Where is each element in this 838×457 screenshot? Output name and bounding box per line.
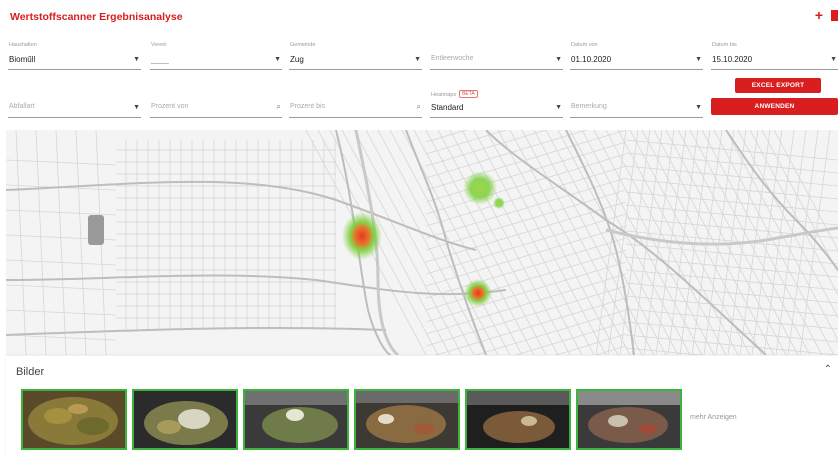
image-thumbnail[interactable] [21,389,127,450]
map-canvas[interactable] [6,130,838,355]
image-thumbnail-content [245,391,347,448]
image-thumbnail[interactable] [576,389,682,450]
heatmaps-value: Standard [431,103,464,112]
haushalten-select[interactable]: Haushalten Bioműll ▼ [8,42,141,70]
haushalten-value: Bioműll [9,55,36,64]
heat-spot-2 [463,171,497,205]
heat-spot-4 [464,279,492,307]
chevron-up-icon[interactable]: ⌃ [824,364,832,375]
chevron-down-icon[interactable]: ▼ [555,56,562,63]
gemeinde-value: Zug [290,55,304,64]
image-thumbnail-content [134,391,236,448]
images-panel: Bilder ⌃ mehr Anzeigen [6,356,838,457]
header-actions: + [815,8,838,22]
verein-select[interactable]: Verein ____ ▼ [150,42,282,70]
abfallart-placeholder: Abfallart [9,103,35,110]
entleerwoche-select[interactable]: Entleerwoche ▼ [430,42,563,70]
chevron-down-icon[interactable]: ▼ [133,56,140,63]
prozent-bis-placeholder: Prozent bis [290,103,326,110]
chevron-down-icon[interactable]: ▼ [414,56,421,63]
chevron-down-icon[interactable]: ▼ [695,56,702,63]
chevron-down-icon[interactable]: ▼ [274,56,281,63]
datum-bis-select[interactable]: Datum bis 15.10.2020 ▼ [711,42,838,70]
image-thumbnail[interactable] [465,389,571,450]
chevron-down-icon[interactable]: ▼ [555,104,562,111]
datum-bis-label: Datum bis [712,42,737,48]
verein-value: ____ [151,55,169,64]
datum-bis-value: 15.10.2020 [712,55,753,64]
haushalten-label: Haushalten [9,42,37,48]
verein-label: Verein [151,42,167,48]
bemerkung-select[interactable]: Bemerkung ▼ [570,90,703,118]
beta-badge: BETA [459,90,478,98]
add-icon[interactable]: + [815,8,823,22]
search-icon: ⌕ [416,102,421,111]
top-bar: Wertstoffscanner Ergebnisanalyse + [0,0,838,34]
app-root: Wertstoffscanner Ergebnisanalyse + Haush… [0,0,838,457]
chevron-down-icon[interactable]: ▼ [830,56,837,63]
heatmaps-label-text: Heatmaps [431,92,457,98]
heatmap-map[interactable] [6,130,838,355]
prozent-bis-input[interactable]: Prozent bis ⌕ [289,90,422,118]
bemerkung-placeholder: Bemerkung [571,103,607,110]
heat-spot-1 [342,212,382,260]
prozent-von-placeholder: Prozent von [151,103,189,110]
apply-button[interactable]: ANWENDEN [711,98,838,115]
chevron-down-icon[interactable]: ▼ [133,104,140,111]
image-thumbnail[interactable] [243,389,349,450]
show-more-link[interactable]: mehr Anzeigen [690,414,737,421]
datum-von-value: 01.10.2020 [571,55,612,64]
excel-export-button[interactable]: EXCEL EXPORT [735,78,821,93]
image-thumbnail[interactable] [354,389,460,450]
image-thumbnail-content [23,391,125,448]
image-thumbnail-content [578,391,680,448]
search-icon: ⌕ [276,102,281,111]
heatmaps-select[interactable]: Heatmaps BETA Standard ▼ [430,90,563,118]
image-thumbnail-content [356,391,458,448]
chevron-down-icon[interactable]: ▼ [695,104,702,111]
heat-spot-3 [493,197,505,209]
images-title: Bilder [16,366,45,378]
flag-icon[interactable] [831,9,838,21]
image-thumbnail-content [467,391,569,448]
datum-von-select[interactable]: Datum von 01.10.2020 ▼ [570,42,703,70]
prozent-von-input[interactable]: Prozent von ⌕ [150,90,282,118]
gemeinde-label: Gemeinde [290,42,316,48]
heatmaps-label: Heatmaps BETA [431,90,478,98]
datum-von-label: Datum von [571,42,598,48]
gemeinde-select[interactable]: Gemeinde Zug ▼ [289,42,422,70]
abfallart-select[interactable]: Abfallart ▼ [8,90,141,118]
image-thumbnail[interactable] [132,389,238,450]
map-landmark [88,215,104,245]
app-title: Wertstoffscanner Ergebnisanalyse [10,11,183,23]
entleerwoche-placeholder: Entleerwoche [431,55,474,62]
